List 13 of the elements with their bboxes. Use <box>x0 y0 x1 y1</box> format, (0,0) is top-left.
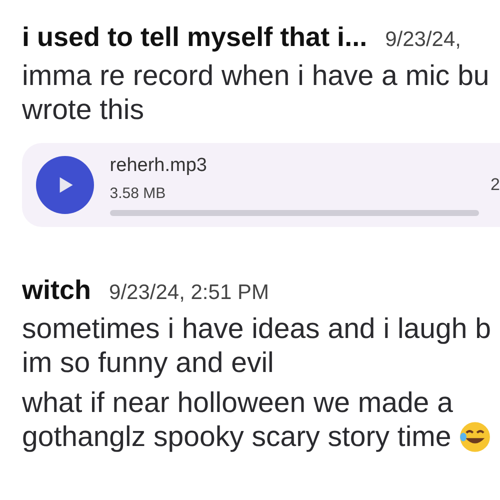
timestamp: 9/23/24, 2:51 PM <box>109 281 269 305</box>
message-text: sometimes i have ideas and i laugh b <box>22 312 491 346</box>
message-text: what if near holloween we made a <box>22 386 453 420</box>
author-name: witch <box>22 275 92 306</box>
message-text: imma re record when i have a mic bu <box>22 60 490 92</box>
duration-text: 2 <box>490 175 500 195</box>
message-text: wrote this <box>22 94 144 126</box>
timestamp: 9/23/24, <box>385 28 461 52</box>
message-text: gothanglz spooky scary story time <box>22 420 452 454</box>
message-text: im so funny and evil <box>22 346 274 380</box>
file-name: reherh.mp3 <box>110 154 208 176</box>
author-name: i used to tell myself that i... <box>22 22 368 53</box>
file-size: 3.58 MB <box>110 184 167 202</box>
